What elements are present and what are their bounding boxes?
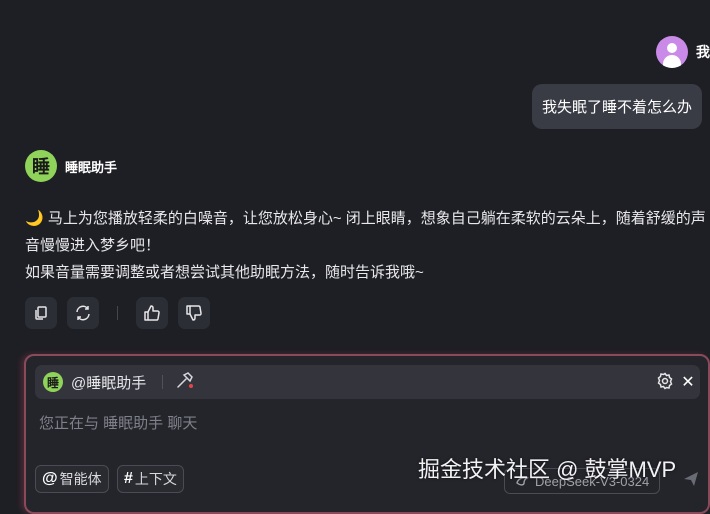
assistant-avatar: 睡 xyxy=(25,150,57,182)
context-chip-button[interactable]: # 上下文 xyxy=(117,465,184,493)
assistant-header: 睡 睡眠助手 xyxy=(25,150,117,182)
dislike-button[interactable] xyxy=(178,297,210,329)
send-button[interactable] xyxy=(682,470,700,493)
moon-icon: 🌙 xyxy=(25,210,44,227)
message-input[interactable]: 您正在与 睡眠助手 聊天 xyxy=(39,412,197,433)
user-header: 我 xyxy=(656,36,710,68)
message-composer: 睡 @睡眠助手 ✕ 您正在与 睡眠助手 聊天 @ 智能体 # 上下文 DeepS… xyxy=(24,354,710,514)
hammer-icon xyxy=(177,371,194,388)
regenerate-button[interactable] xyxy=(67,297,99,329)
assistant-name: 睡眠助手 xyxy=(65,159,118,175)
actions-divider xyxy=(117,306,118,320)
user-avatar xyxy=(656,36,688,68)
message-actions xyxy=(25,297,210,329)
close-mention-button[interactable]: ✕ xyxy=(676,370,700,394)
thumbs-up-icon xyxy=(144,305,160,321)
agent-avatar: 睡 xyxy=(43,372,63,392)
watermark: 掘金技术社区 @ 鼓掌MVP xyxy=(418,457,677,482)
copy-button[interactable] xyxy=(25,297,57,329)
hash-icon: # xyxy=(124,470,133,487)
agent-chip-label: 智能体 xyxy=(59,471,102,487)
send-icon xyxy=(684,472,698,486)
gear-icon xyxy=(657,372,673,390)
at-icon: @ xyxy=(42,470,58,487)
bar-divider xyxy=(162,375,164,389)
assistant-message: 🌙 马上为您播放轻柔的白噪音，让您放松身心~ 闭上眼睛，想象自己躺在柔软的云朵上… xyxy=(25,205,710,286)
thumbs-down-icon xyxy=(186,305,202,321)
context-chip-label: 上下文 xyxy=(134,471,177,487)
agent-mention[interactable]: @睡眠助手 xyxy=(71,372,146,393)
assistant-message-line-2: 如果音量需要调整或者想尝试其他助眠方法，随时告诉我哦~ xyxy=(25,264,424,281)
agent-mention-bar: 睡 @睡眠助手 ✕ xyxy=(35,365,700,399)
user-message-bubble: 我失眠了睡不着怎么办 xyxy=(531,84,702,129)
assistant-message-line-1: 马上为您播放轻柔的白噪音，让您放松身心~ 闭上眼睛，想象自己躺在柔软的云朵上，随… xyxy=(25,210,706,254)
like-button[interactable] xyxy=(136,297,168,329)
tools-button[interactable] xyxy=(175,371,195,394)
agent-chip-button[interactable]: @ 智能体 xyxy=(35,465,109,493)
user-name: 我 xyxy=(696,44,710,60)
settings-button[interactable] xyxy=(656,372,674,395)
refresh-icon xyxy=(76,305,90,321)
copy-icon xyxy=(35,306,47,320)
